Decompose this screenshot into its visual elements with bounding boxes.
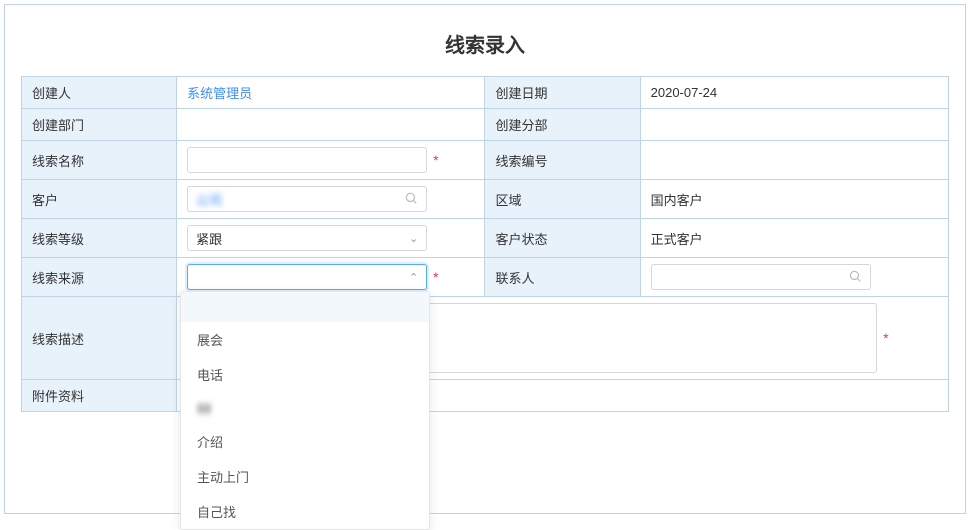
required-mark: * <box>433 152 438 168</box>
value-customer-status: 正式客户 <box>640 219 948 258</box>
search-icon[interactable] <box>404 191 418 208</box>
label-customer-status: 客户状态 <box>485 219 640 258</box>
label-region: 区域 <box>485 180 640 219</box>
cell-customer: 公司 <box>177 180 485 219</box>
label-creator: 创建人 <box>22 77 177 109</box>
required-mark: * <box>433 269 438 285</box>
form-container: 线索录入 创建人 系统管理员 创建日期 2020-07-24 创建部门 创建分部… <box>4 4 966 514</box>
dropdown-option[interactable] <box>181 292 429 322</box>
chevron-up-icon: ⌃ <box>409 271 418 284</box>
label-lead-level: 线索等级 <box>22 219 177 258</box>
value-creator: 系统管理员 <box>177 77 485 109</box>
dropdown-option-phone[interactable]: 电话 <box>181 357 429 392</box>
creator-link[interactable]: 系统管理员 <box>187 86 252 101</box>
customer-value: 公司 <box>196 190 222 209</box>
lead-name-input[interactable] <box>187 147 427 173</box>
cell-lead-name: * <box>177 141 485 180</box>
customer-input[interactable]: 公司 <box>187 186 427 212</box>
dropdown-option-blurred[interactable]: ▮▮ <box>181 392 429 424</box>
value-branch <box>640 109 948 141</box>
lead-level-select[interactable]: 紧跟 ⌄ <box>187 225 427 251</box>
label-attachment: 附件资料 <box>22 380 177 412</box>
dropdown-option-self[interactable]: 自己找 <box>181 494 429 529</box>
chevron-down-icon: ⌄ <box>409 232 418 245</box>
dropdown-option-intro[interactable]: 介绍 <box>181 424 429 459</box>
value-department <box>177 109 485 141</box>
label-lead-desc: 线索描述 <box>22 297 177 380</box>
value-region: 国内客户 <box>640 180 948 219</box>
dropdown-option-exhibition[interactable]: 展会 <box>181 322 429 357</box>
label-lead-source: 线索来源 <box>22 258 177 297</box>
value-create-date: 2020-07-24 <box>640 77 948 109</box>
label-lead-name: 线索名称 <box>22 141 177 180</box>
label-branch: 创建分部 <box>485 109 640 141</box>
contact-input[interactable] <box>651 264 871 290</box>
label-customer: 客户 <box>22 180 177 219</box>
value-lead-number <box>640 141 948 180</box>
lead-form-table: 创建人 系统管理员 创建日期 2020-07-24 创建部门 创建分部 线索名称… <box>21 76 949 412</box>
label-department: 创建部门 <box>22 109 177 141</box>
page-title: 线索录入 <box>5 5 965 76</box>
dropdown-option-visit[interactable]: 主动上门 <box>181 459 429 494</box>
lead-source-select[interactable]: ⌃ <box>187 264 427 290</box>
required-mark: * <box>883 330 888 346</box>
label-contact: 联系人 <box>485 258 640 297</box>
label-lead-number: 线索编号 <box>485 141 640 180</box>
lead-source-dropdown: 展会 电话 ▮▮ 介绍 主动上门 自己找 <box>180 291 430 530</box>
search-icon[interactable] <box>848 269 862 286</box>
cell-lead-level: 紧跟 ⌄ <box>177 219 485 258</box>
cell-contact <box>640 258 948 297</box>
label-create-date: 创建日期 <box>485 77 640 109</box>
